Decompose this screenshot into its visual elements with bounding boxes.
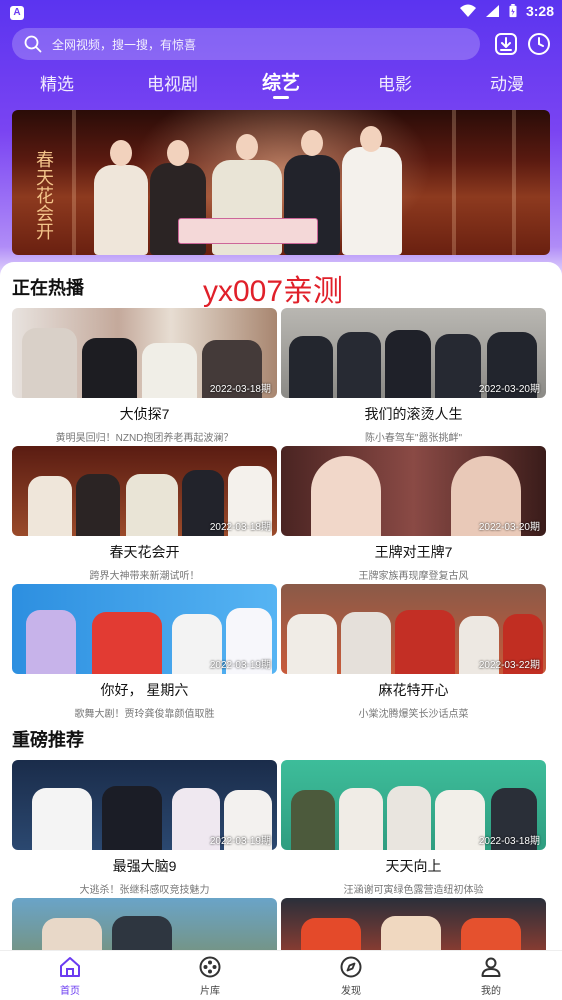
nav-label: 首页 [60,986,80,997]
show-subtitle: 陈小春驾车"嚣张挑衅" [364,433,463,444]
download-icon[interactable] [494,32,518,56]
show-title: 我们的滚烫人生 [364,406,463,422]
section-title-now-playing: 正在热播 [12,278,84,298]
nav-discover[interactable]: 发现 [321,955,381,997]
episode-date: 2022-03-18期 [478,836,540,847]
episode-date: 2022-03-19期 [209,836,271,847]
show-thumbnail [12,898,277,950]
show-subtitle: 小棠沈腾爆笑长沙话点菜 [358,709,469,720]
show-thumbnail: 2022-03-20期 [281,308,546,398]
episode-date: 2022-03-20期 [478,522,540,533]
tab-tv-series[interactable]: 电视剧 [147,70,198,95]
show-card[interactable]: 2022-03-19期 你好， 星期六 歌舞大剧！贾玲龚俊靠颜值取胜 [12,584,277,720]
show-card[interactable] [12,898,277,950]
film-reel-icon [199,956,221,978]
section-title-recommended: 重磅推荐 [12,730,84,750]
show-subtitle: 大逃杀！张继科感叹竞技魅力 [79,885,210,896]
episode-date: 2022-03-20期 [478,384,540,395]
app-notification-icon: A [10,6,24,20]
show-card[interactable] [281,898,546,950]
tab-variety[interactable]: 综艺 [262,68,300,95]
user-icon [481,957,501,977]
show-thumbnail: 2022-03-22期 [281,584,546,674]
show-card[interactable]: 2022-03-20期 王牌对王牌7 王牌家族再现摩登复古风 [281,446,546,582]
episode-date: 2022-03-19期 [209,660,271,671]
tab-anime[interactable]: 动漫 [490,70,524,95]
tab-movies[interactable]: 电影 [378,70,412,95]
signal-icon [485,5,499,17]
show-thumbnail: 2022-03-19期 [12,584,277,674]
show-title: 大侦探7 [119,406,170,422]
banner-sign [178,218,318,244]
show-thumbnail: 2022-03-18期 [12,446,277,536]
bottom-navigation: 首页 片库 发现 我的 [0,950,562,1000]
active-tab-indicator [273,96,289,99]
banner-person [342,147,402,255]
featured-banner[interactable]: 春天花会开 [12,110,550,255]
banner-person [94,165,148,255]
show-card[interactable]: 2022-03-19期 最强大脑9 大逃杀！张继科感叹竞技魅力 [12,760,277,896]
banner-calligraphy: 春天花会开 [33,150,54,240]
battery-icon [509,4,517,18]
show-card[interactable]: 2022-03-20期 我们的滚烫人生 陈小春驾车"嚣张挑衅" [281,308,546,444]
episode-date: 2022-03-18期 [209,384,271,395]
tab-featured[interactable]: 精选 [40,70,74,95]
show-title: 天天向上 [385,858,442,874]
episode-date: 2022-03-22期 [478,660,540,671]
nav-home[interactable]: 首页 [40,955,100,997]
show-card[interactable]: 2022-03-18期 天天向上 汪涵谢可寅绿色露营造纽初体验 [281,760,546,896]
show-subtitle: 黄明昊回归！NZND抱团养老再起波澜？ [55,433,234,444]
show-thumbnail: 2022-03-18期 [281,760,546,850]
show-card[interactable]: 2022-03-18期 大侦探7 黄明昊回归！NZND抱团养老再起波澜？ [12,308,277,444]
show-thumbnail: 2022-03-18期 [12,308,277,398]
show-card[interactable]: 2022-03-22期 麻花特开心 小棠沈腾爆笑长沙话点菜 [281,584,546,720]
search-placeholder: 全网视频，搜一搜，有惊喜 [52,37,197,52]
show-title: 春天花会开 [109,544,180,560]
nav-profile[interactable]: 我的 [461,955,521,997]
show-title: 麻花特开心 [378,682,449,698]
main-content: 正在热播 yx007亲测 2022-03-18期 大侦探7 黄明昊回归！NZND… [0,262,562,950]
show-subtitle: 歌舞大剧！贾玲龚俊靠颜值取胜 [74,709,215,720]
search-icon [24,35,42,53]
show-thumbnail: 2022-03-19期 [12,760,277,850]
search-input[interactable]: 全网视频，搜一搜，有惊喜 [12,28,480,60]
category-tabs: 精选 电视剧 综艺 电影 动漫 [0,64,562,100]
show-subtitle: 王牌家族再现摩登复古风 [358,571,469,582]
history-clock-icon[interactable] [527,32,551,56]
nav-label: 发现 [341,986,361,997]
nav-label: 我的 [481,986,501,997]
wifi-icon [459,4,476,17]
watermark-text: yx007亲测 [203,275,344,308]
show-card[interactable]: 2022-03-18期 春天花会开 跨界大神带来新潮试听！ [12,446,277,582]
clock: 3:28 [525,3,554,19]
episode-date: 2022-03-18期 [209,522,271,533]
show-subtitle: 跨界大神带来新潮试听！ [89,571,200,582]
home-icon [60,957,80,977]
show-thumbnail [281,898,546,950]
show-title: 最强大脑9 [112,858,177,874]
status-bar: A 3:28 [0,0,562,26]
show-thumbnail: 2022-03-20期 [281,446,546,536]
nav-library[interactable]: 片库 [180,955,240,997]
show-subtitle: 汪涵谢可寅绿色露营造纽初体验 [343,885,484,896]
show-title: 你好， 星期六 [100,682,189,698]
nav-label: 片库 [200,986,220,997]
show-title: 王牌对王牌7 [374,544,453,560]
compass-icon [340,956,362,978]
